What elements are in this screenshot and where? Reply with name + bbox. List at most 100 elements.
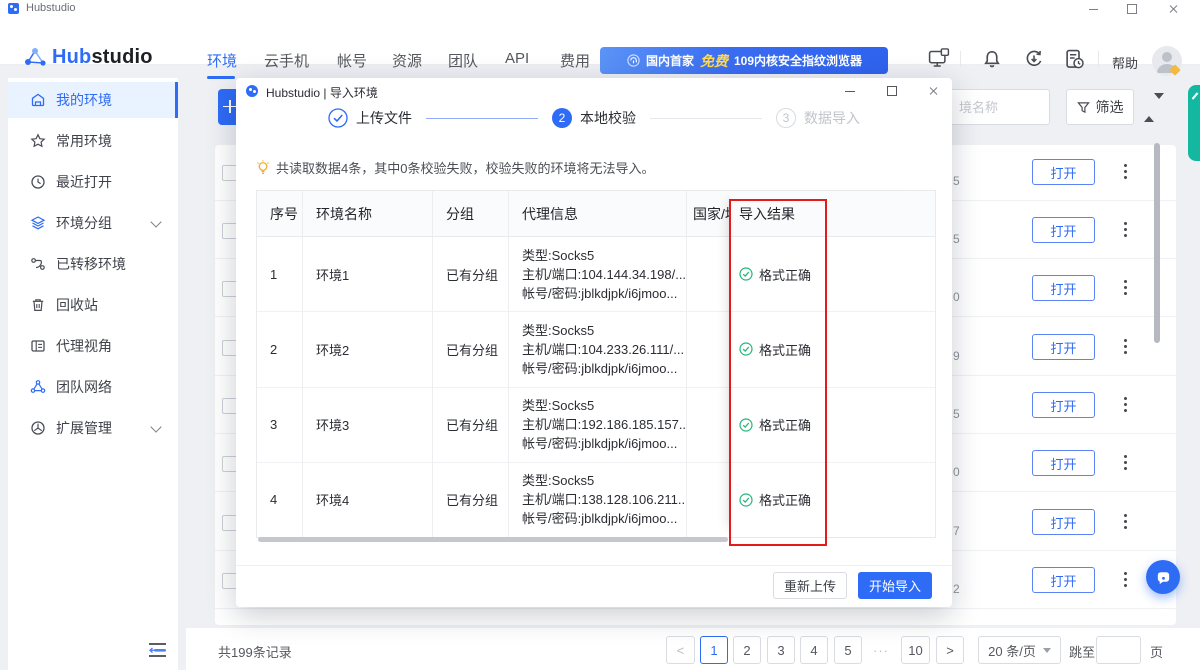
sidebar-item-extension-management[interactable]: 扩展管理	[8, 410, 178, 446]
table-row-actions: 打开	[1032, 217, 1152, 243]
nav-environment[interactable]: 环境	[207, 50, 237, 72]
step-data-import: 3 数据导入	[776, 108, 860, 128]
history-log-icon[interactable]	[1064, 49, 1084, 69]
sidebar-item-transferred-environments[interactable]: 已转移环境	[8, 246, 178, 282]
nav-billing[interactable]: 费用	[560, 50, 590, 72]
sidebar-item-environment-groups[interactable]: 环境分组	[8, 205, 178, 241]
jump-suffix: 页	[1150, 642, 1163, 661]
help-link[interactable]: 帮助	[1112, 53, 1138, 72]
page-size-select[interactable]: 20 条/页	[978, 636, 1061, 664]
reupload-button[interactable]: 重新上传	[773, 572, 847, 599]
more-actions-icon[interactable]	[1118, 164, 1132, 180]
window-maximize-icon[interactable]	[1121, 0, 1143, 18]
search-input[interactable]	[946, 89, 1050, 125]
pagination-page-2[interactable]: 2	[733, 636, 761, 664]
table-row-actions: 打开	[1032, 392, 1152, 418]
more-actions-icon[interactable]	[1118, 339, 1132, 355]
row-partial-text: 5	[953, 407, 960, 421]
result-text: 格式正确	[759, 265, 811, 284]
step-connector	[650, 118, 762, 119]
cell-env-name: 环境4	[303, 463, 433, 537]
more-actions-icon[interactable]	[1118, 455, 1132, 471]
validation-table: 序号 环境名称 分组 代理信息 国家/地区 1 环境1 已有分组 类型:Sock…	[256, 190, 936, 538]
sidebar-item-proxy-view[interactable]: 代理视角	[8, 328, 178, 364]
row-partial-text: 5	[953, 232, 960, 246]
more-actions-icon[interactable]	[1118, 280, 1132, 296]
sidebar-item-team-network[interactable]: 团队网络	[8, 369, 178, 405]
pagination-ellipsis[interactable]: ···	[866, 636, 896, 664]
device-transfer-icon[interactable]	[928, 48, 950, 68]
table-row-actions: 打开	[1032, 334, 1152, 360]
open-env-button[interactable]: 打开	[1032, 217, 1095, 243]
lightbulb-icon	[256, 160, 270, 176]
jump-page-input[interactable]	[1096, 636, 1141, 664]
pagination-page-4[interactable]: 4	[800, 636, 828, 664]
row-partial-text: 5	[953, 174, 960, 188]
sidebar: 我的环境 常用环境 最近打开 环境分组 已转移环境 回收站 代理视角	[8, 78, 178, 670]
filter-label: 筛选	[1096, 97, 1124, 117]
open-env-button[interactable]: 打开	[1032, 334, 1095, 360]
more-actions-icon[interactable]	[1118, 514, 1132, 530]
filter-button[interactable]: 筛选	[1066, 89, 1134, 125]
os-titlebar: Hubstudio	[0, 0, 1200, 18]
brand-hub: Hub	[52, 46, 91, 68]
network-icon	[30, 379, 46, 395]
vertical-scrollbar[interactable]	[1154, 143, 1160, 343]
window-minimize-icon[interactable]	[1082, 0, 1104, 18]
open-env-button[interactable]: 打开	[1032, 509, 1095, 535]
collapse-sidebar-icon[interactable]	[148, 642, 168, 658]
chevron-down-icon	[1043, 648, 1051, 653]
open-env-button[interactable]: 打开	[1032, 159, 1095, 185]
modal-maximize-icon[interactable]	[883, 83, 901, 99]
pagination-page-10[interactable]: 10	[901, 636, 930, 664]
app-header: Hubstudio 环境 云手机 帐号 资源 团队 API 费用 国内首家 免费…	[0, 18, 1200, 65]
modal-close-icon[interactable]	[925, 83, 943, 99]
chevron-down-icon	[150, 216, 161, 227]
horizontal-scrollbar[interactable]	[258, 537, 728, 542]
cell-index: 4	[257, 463, 303, 537]
window-close-icon[interactable]	[1162, 0, 1184, 18]
modal-logo-icon	[246, 85, 258, 97]
start-import-button[interactable]: 开始导入	[858, 572, 932, 599]
result-text: 格式正确	[759, 415, 811, 434]
banner-prefix: 国内首家	[646, 52, 694, 69]
import-result-column: 导入结果 格式正确 格式正确 格式正确 格式正确	[730, 191, 935, 537]
nav-account[interactable]: 帐号	[337, 50, 367, 72]
more-actions-icon[interactable]	[1118, 222, 1132, 238]
cell-proxy-info: 类型:Socks5主机/端口:138.128.106.211...帐号/密码:j…	[509, 463, 687, 537]
sidebar-item-favorite-environments[interactable]: 常用环境	[8, 123, 178, 159]
pagination-page-5[interactable]: 5	[834, 636, 862, 664]
nav-resources[interactable]: 资源	[392, 50, 422, 72]
nav-team[interactable]: 团队	[448, 50, 478, 72]
customer-service-button[interactable]	[1146, 560, 1180, 594]
sidebar-item-my-environments[interactable]: 我的环境	[8, 82, 178, 118]
sidebar-item-recently-opened[interactable]: 最近打开	[8, 164, 178, 200]
table-row-actions: 打开	[1032, 509, 1152, 535]
sidebar-item-recycle-bin[interactable]: 回收站	[8, 287, 178, 323]
banner-suffix: 109内核安全指纹浏览器	[734, 52, 862, 69]
col-env-name: 环境名称	[303, 191, 433, 236]
extension-icon	[30, 420, 46, 436]
cell-proxy-info: 类型:Socks5主机/端口:104.233.26.111/...帐号/密码:j…	[509, 312, 687, 386]
more-actions-icon[interactable]	[1118, 572, 1132, 588]
more-actions-icon[interactable]	[1118, 397, 1132, 413]
modal-title: Hubstudio | 导入环境	[266, 84, 378, 101]
promo-banner[interactable]: 国内首家 免费 109内核安全指纹浏览器	[600, 47, 888, 74]
sync-download-icon[interactable]	[1024, 49, 1044, 69]
side-ribbon-tab[interactable]	[1188, 85, 1200, 161]
open-env-button[interactable]: 打开	[1032, 450, 1095, 476]
modal-minimize-icon[interactable]	[841, 83, 859, 99]
notification-bell-icon[interactable]	[982, 49, 1002, 69]
pagination-next[interactable]: >	[936, 636, 964, 664]
pagination-prev[interactable]: <	[666, 636, 695, 664]
open-env-button[interactable]: 打开	[1032, 392, 1095, 418]
layers-icon	[30, 215, 46, 231]
sort-toggle-icon[interactable]	[1144, 99, 1154, 121]
cell-proxy-info: 类型:Socks5主机/端口:104.144.34.198/...帐号/密码:j…	[509, 237, 687, 311]
open-env-button[interactable]: 打开	[1032, 567, 1095, 593]
pagination-page-3[interactable]: 3	[767, 636, 795, 664]
nav-api[interactable]: API	[505, 50, 529, 72]
open-env-button[interactable]: 打开	[1032, 275, 1095, 301]
pagination-page-1[interactable]: 1	[700, 636, 728, 664]
nav-cloud-phone[interactable]: 云手机	[264, 50, 309, 72]
